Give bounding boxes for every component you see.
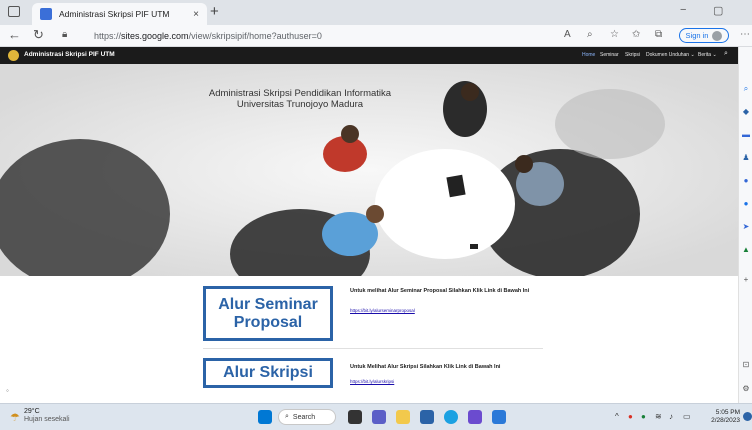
edge-sidebar: ⌕ ◆ ▬ ♟ ● ● ➤ ▲ + ⊡ ⚙ [738, 47, 752, 403]
visual-studio-icon[interactable] [468, 410, 482, 424]
seminar-link[interactable]: https://bit.ly/alurseminarproposal [350, 308, 415, 313]
windows-taskbar: ☂ 29°C Hujan sesekali ⌕ Search ^ ● ● ≋ ♪… [0, 403, 752, 430]
search-sidebar-icon[interactable]: ⌕ [741, 84, 751, 94]
search-icon: ⌕ [285, 413, 289, 420]
tab-actions-icon[interactable] [8, 6, 20, 17]
sign-in-label: Sign in [685, 31, 709, 40]
tools-icon[interactable]: ▬ [741, 130, 751, 140]
edge-browser-icon[interactable] [444, 410, 458, 424]
split-screen-icon[interactable]: ⊡ [741, 360, 751, 370]
refresh-icon[interactable]: ↻ [33, 27, 44, 43]
minimize-button[interactable]: − [680, 4, 686, 16]
file-explorer-icon[interactable] [396, 410, 410, 424]
read-aloud-icon[interactable]: A [564, 29, 571, 40]
wifi-icon[interactable]: ≋ [655, 412, 662, 421]
image-text-line-2: Proposal [233, 313, 303, 331]
drop-icon[interactable]: ▲ [741, 245, 751, 255]
favorite-star-icon[interactable]: ☆ [610, 29, 619, 40]
url-host: sites.google.com [121, 31, 189, 41]
hero-title-line-1: Administrasi Skripsi Pendidikan Informat… [208, 88, 392, 99]
favorites-icon[interactable]: ✩ [632, 29, 640, 40]
url-scheme: https:// [94, 31, 122, 41]
nav-dokumen-unduhan[interactable]: Dokumen Unduhan ⌄ [646, 52, 695, 58]
nav-home[interactable]: Home [582, 52, 595, 58]
taskbar-search-box[interactable]: ⌕ Search [278, 409, 336, 425]
browser-title-bar: Administrasi Skripsi PIF UTM × + − ▢ [0, 0, 752, 25]
address-bar[interactable]: https:// sites.google.com /view/skripsip… [94, 28, 534, 44]
site-info-lock-icon[interactable]: 🔒︎ [62, 29, 67, 40]
volume-icon[interactable]: ♪ [669, 412, 673, 421]
avatar [712, 30, 723, 41]
skripsi-heading: Untuk Melihat Alur Skripsi Silahkan Klik… [350, 364, 501, 370]
nav-berita[interactable]: Berita ⌄ [698, 52, 717, 58]
nav-seminar[interactable]: Seminar [600, 52, 619, 58]
back-arrow-icon[interactable]: ← [8, 27, 21, 42]
weather-rain-icon[interactable]: ☂ [10, 411, 20, 424]
alur-seminar-proposal-frame: Alur Seminar Proposal [205, 288, 331, 339]
discover-icon[interactable]: ◆ [741, 107, 751, 117]
hero-banner: Administrasi Skripsi Pendidikan Informat… [0, 64, 738, 276]
office-icon[interactable]: ● [741, 199, 751, 209]
browser-toolbar: ← ↻ 🔒︎ https:// sites.google.com /view/s… [0, 25, 752, 47]
weather-widget[interactable]: 29°C Hujan sesekali [24, 408, 70, 424]
sidebar-settings-gear-icon[interactable]: ⚙ [741, 384, 751, 394]
show-hidden-icons-chevron-icon[interactable]: ^ [615, 412, 619, 421]
hero-title: Administrasi Skripsi Pendidikan Informat… [205, 88, 395, 110]
main-content: Alur Seminar Proposal Untuk melihat Alur… [0, 276, 738, 403]
add-sidebar-icon[interactable]: + [741, 275, 751, 285]
site-name[interactable]: Administrasi Skripsi PIF UTM [24, 51, 115, 58]
section-divider [203, 348, 543, 349]
more-menu-icon[interactable]: ⋯ [740, 29, 750, 40]
collections-icon[interactable]: ⧉ [655, 29, 662, 40]
start-windows-icon[interactable] [258, 410, 272, 424]
alur-seminar-proposal-image: Alur Seminar Proposal [203, 286, 333, 341]
image-text-line-1: Alur Skripsi [223, 364, 313, 381]
site-search-icon[interactable]: ⌕ [724, 50, 728, 58]
hero-title-line-2: Universitas Trunojoyo Madura [236, 99, 364, 110]
browser-tab[interactable]: Administrasi Skripsi PIF UTM × [32, 3, 207, 25]
chat-icon[interactable] [372, 410, 386, 424]
people-icon[interactable]: ♟ [741, 153, 751, 163]
word-icon[interactable] [492, 410, 506, 424]
image-text-line-1: Alur Seminar [218, 295, 318, 313]
tray-sync-icon[interactable]: ● [641, 412, 646, 421]
notification-badge[interactable] [743, 412, 752, 421]
skripsi-link[interactable]: https://bit.ly/alurskripsi [350, 379, 394, 384]
search-label: Search [292, 413, 316, 421]
tab-close-button[interactable]: × [193, 9, 199, 20]
seminar-heading: Untuk melihat Alur Seminar Proposal Sila… [350, 288, 530, 294]
alur-skripsi-image: Alur Skripsi [203, 358, 333, 388]
sign-in-button[interactable]: Sign in [679, 28, 729, 43]
task-view-icon[interactable] [348, 410, 362, 424]
site-logo-icon[interactable] [8, 50, 19, 61]
battery-icon[interactable]: ▭ [683, 412, 691, 421]
tab-title: Administrasi Skripsi PIF UTM [59, 9, 170, 19]
system-clock[interactable]: 5:05 PM 2/28/2023 [702, 409, 740, 425]
url-path: /view/skripsipif/home?authuser=0 [188, 31, 322, 41]
store-icon[interactable] [420, 410, 434, 424]
clock-time: 5:05 PM [715, 409, 740, 416]
clock-date: 2/28/2023 [711, 417, 740, 424]
info-icon[interactable]: ◦ [6, 386, 9, 395]
weather-condition: Hujan sesekali [24, 416, 70, 423]
site-navigation-bar: Administrasi Skripsi PIF UTM Home Semina… [0, 47, 738, 64]
new-tab-button[interactable]: + [210, 3, 219, 20]
nav-skripsi[interactable]: Skripsi [625, 52, 640, 58]
site-favicon-icon [40, 8, 52, 20]
alur-skripsi-frame: Alur Skripsi [205, 360, 331, 386]
zoom-icon[interactable]: ⌕ [587, 29, 593, 40]
tray-app-icon[interactable]: ● [628, 412, 633, 421]
games-icon[interactable]: ● [741, 176, 751, 186]
outlook-icon[interactable]: ➤ [741, 222, 751, 232]
temperature: 29°C [24, 408, 40, 415]
restore-button[interactable]: ▢ [713, 4, 723, 17]
